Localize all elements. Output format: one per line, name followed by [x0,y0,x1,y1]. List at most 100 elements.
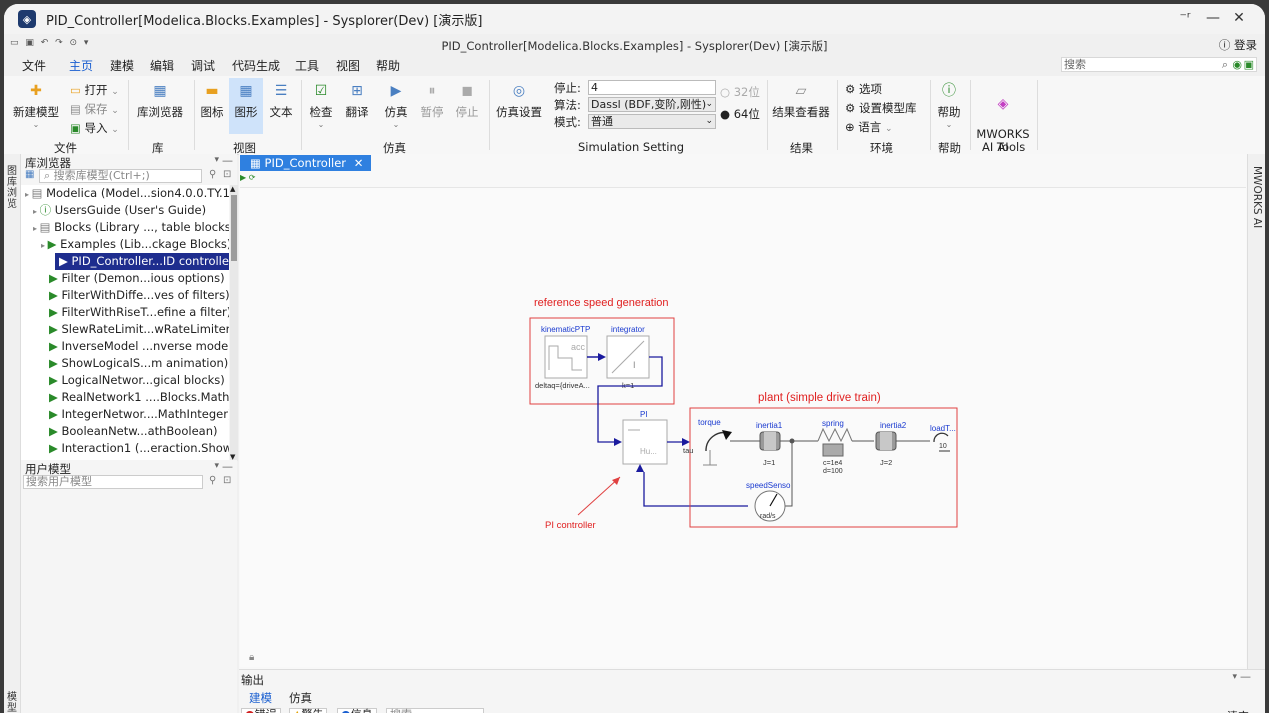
menu-debug[interactable]: 调试 [191,57,215,74]
result-viewer-button[interactable]: ▱ 结果查看器 [771,82,831,120]
set-library-button[interactable]: ⚙ 设置模型库 [845,100,916,116]
tree-item[interactable]: ▶ FilterWithRiseT...efine a filter) [21,304,229,321]
pause-label: 暂停 [420,105,444,119]
open-button[interactable]: ▭ 打开 ⌄ [70,82,119,98]
pane-minimize-icon[interactable]: — [222,154,233,167]
menu-codegen[interactable]: 代码生成 [232,57,280,74]
menu-view[interactable]: 视图 [336,57,360,74]
scrollbar-thumb[interactable] [231,195,237,261]
tab-simulation[interactable]: 仿真 [289,690,312,706]
clear-button[interactable]: 清空 [1227,708,1249,713]
info-filter[interactable]: ●信息 [337,708,377,713]
help-button[interactable]: ⓘ 帮助 ⌄ [934,82,964,129]
translate-button[interactable]: ⊞ 翻译 [342,82,372,120]
side-tab-library-browser[interactable]: 图 库浏览 [7,166,18,210]
mode-select[interactable]: 普通 ⌄ [588,114,716,129]
new-model-button[interactable]: ✚ 新建模型 ⌄ [10,82,62,129]
spring-coil[interactable] [817,427,853,443]
tab-modeling[interactable]: 建模 [249,690,272,706]
open-dropdown-icon[interactable]: ⌄ [111,87,119,97]
library-filter-icon[interactable]: ▦ [25,169,34,180]
run-icon[interactable]: ▶ [240,173,246,182]
collapse-icon[interactable]: ⊡ [223,169,231,180]
sim-settings-button[interactable]: ◎ 仿真设置 [494,82,544,120]
tree-item[interactable]: ▶ IntegerNetwor....MathInteger) [21,406,229,423]
chevron-down-icon: ⌄ [392,120,400,129]
login-button[interactable]: ⓘ 登录 [1219,37,1257,53]
tree-scrollbar[interactable]: ▲ ▼ [230,185,238,461]
close-tab-icon[interactable]: ✕ [354,156,364,170]
menu-file[interactable]: 文件 [22,57,46,74]
import-dropdown-icon[interactable]: ⌄ [111,125,119,135]
tree-item[interactable]: ▶ SlewRateLimit...wRateLimiter) [21,321,229,338]
inertia2-highlight [880,432,892,450]
tab-pid-controller[interactable]: ▦ PID_Controller ✕ [240,155,372,171]
tree-item[interactable]: ▶ Filter (Demon...ious options) [21,270,225,287]
collapse-icon[interactable]: ⊡ [223,475,231,486]
tree-item[interactable]: ▶ InverseModel ...nverse model) [21,338,229,355]
algorithm-select[interactable]: Dassl (BDF,变阶,刚性) ⌄ [588,97,716,112]
language-button[interactable]: ⊕ 语言 ⌄ [845,119,893,135]
warnings-filter[interactable]: ▲警告 [289,708,328,713]
pane-menu-icon[interactable]: ▾ [1232,672,1237,682]
text-view-button[interactable]: ☰ 文本 [266,82,296,120]
import-button[interactable]: ▣ 导入 ⌄ [70,120,119,136]
graphic-view-button[interactable]: ▦ 图形 [229,78,263,134]
expand-icon[interactable]: ▣ [1244,58,1254,71]
tree-item[interactable]: ▶ LogicalNetwor...gical blocks) [21,372,225,389]
stop-button[interactable]: ◼ 停止 [452,82,482,120]
options-button[interactable]: ⚙ 选项 [845,81,882,97]
set-library-label: 设置模型库 [858,101,917,115]
pause-button[interactable]: ⏸ 暂停 [417,82,447,120]
tree-item[interactable]: ▶ FilterWithDiffe...ves of filters) [21,287,229,304]
check-button[interactable]: ☑ 检查 ⌄ [306,82,336,129]
tree-item[interactable]: ▶ Interaction1 (...eraction.Show) [21,440,229,457]
radio-32bit[interactable]: ○ 32位 [720,84,760,100]
menu-help[interactable]: 帮助 [376,57,400,74]
output-search-input[interactable]: 搜索 [386,708,484,713]
search-icon[interactable]: ⌕ [1222,58,1228,71]
side-tab-model[interactable]: 模型 [7,692,18,713]
pi-block[interactable] [622,419,668,465]
library-search-input[interactable]: ⌕ 搜索库模型(Ctrl+;) [39,169,202,183]
stop-time-input[interactable]: 4 [588,80,716,95]
menu-home[interactable]: 主页 [69,57,93,74]
refresh-icon[interactable]: ⟳ [249,173,256,182]
user-model-search-input[interactable]: 搜索用户模型 [23,475,203,489]
pane-minimize-icon[interactable]: — [1240,670,1251,683]
help-icon[interactable]: ◉ [1232,58,1242,71]
icon-view-button[interactable]: ▬ 图标 [197,82,227,120]
pane-minimize-icon[interactable]: — [222,460,233,473]
left-side-strip: 图 库浏览 模型 [4,154,21,713]
tree-item[interactable]: ▸ ▶ Examples (Lib...ckage Blocks) [21,236,229,253]
tree-item[interactable]: ▶ PID_Controller...ID controller) [55,253,229,270]
pane-menu-icon[interactable]: ▾ [214,461,219,471]
close-button[interactable]: ✕ [1229,10,1249,26]
minimize-button[interactable]: — [1203,10,1223,26]
restore-icon[interactable]: ⁻ʳ [1175,10,1195,26]
diagram-canvas[interactable]: reference speed generation kinematicPTP … [240,187,1246,667]
library-tree[interactable]: ▸ ▤ Modelica (Model...sion4.0.0.TY.1) ▸ ⓘ… [21,185,229,461]
errors-filter[interactable]: ●错误 [241,708,281,713]
tree-item[interactable]: ▶ RealNetwork1 ....Blocks.Math) [21,389,229,406]
tree-item[interactable]: ▸ ⓘ UsersGuide (User's Guide) [21,202,206,219]
lock-icon[interactable]: 🔒︎ [249,652,254,663]
menu-edit[interactable]: 编辑 [150,57,174,74]
filter-icon[interactable]: ⚲ [209,475,216,486]
library-browser-button[interactable]: ▦ 库浏览器 [132,82,188,120]
mworks-ai-side-tab[interactable]: MWORKS AI [1251,166,1263,228]
radio-64bit[interactable]: ● 64位 [720,106,760,122]
tree-item[interactable]: ▸ ▤ Blocks (Library ..., table blocks)) [21,219,229,236]
simulate-button[interactable]: ▶ 仿真 ⌄ [381,82,411,129]
scroll-up-icon[interactable]: ▲ [230,185,235,193]
menu-modeling[interactable]: 建模 [110,57,134,74]
tree-item[interactable]: ▶ BooleanNetw...athBoolean) [21,423,217,440]
pane-menu-icon[interactable]: ▾ [214,155,219,165]
tree-item[interactable]: ▸ ▤ Modelica (Model...sion4.0.0.TY.1) [21,185,229,202]
save-button[interactable]: ▤ 保存 ⌄ [70,101,119,117]
tree-item[interactable]: ▶ ShowLogicalS...m animation) [21,355,228,372]
menu-tools[interactable]: 工具 [295,57,319,74]
filter-icon[interactable]: ⚲ [209,169,216,180]
global-search-input[interactable]: 搜索 ⌕ ◉ ▣ [1061,57,1257,72]
save-dropdown-icon[interactable]: ⌄ [111,106,119,116]
